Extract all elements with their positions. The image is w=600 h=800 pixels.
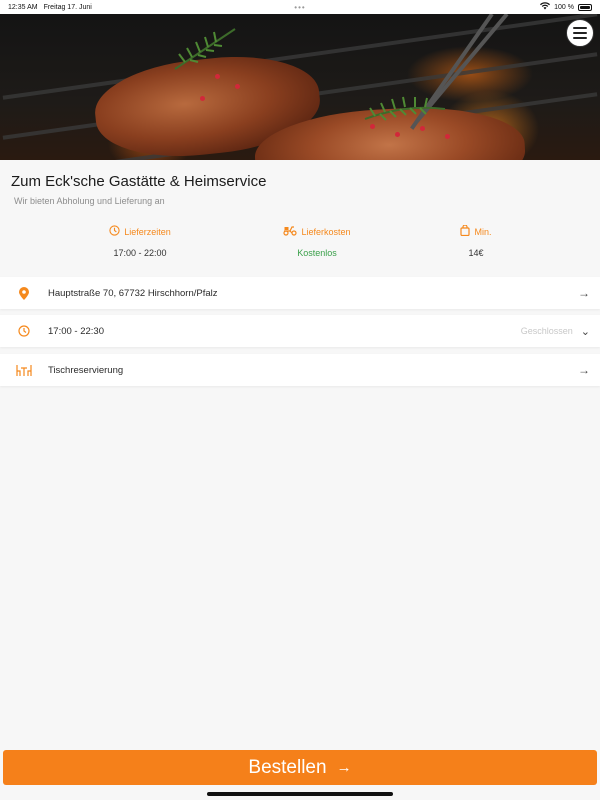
status-right: 100 %	[540, 2, 592, 12]
restaurant-tagline: Wir bieten Abholung und Lieferung an	[14, 196, 165, 206]
status-time: 12:35 AM	[8, 3, 38, 11]
reservation-text: Tischreservierung	[48, 364, 124, 376]
restaurant-name: Zum Eck'sche Gastätte & Heimservice	[11, 173, 267, 190]
address-card[interactable]: Hauptstraße 70, 67732 Hirschhorn/Pfalz →	[0, 277, 600, 309]
clock-icon	[0, 325, 48, 337]
status-badge: Geschlossen	[520, 326, 573, 336]
arrow-right-icon: →	[578, 363, 590, 377]
delivery-times-value: 17:00 - 22:00	[113, 248, 167, 258]
location-pin-icon	[0, 286, 48, 300]
delivery-costs-label: Lieferkosten	[301, 226, 351, 237]
minimum-label: Min.	[474, 226, 492, 237]
status-bar: 12:35 AM Freitag 17. Juni ••• 100 %	[0, 0, 600, 14]
info-delivery-times: Lieferzeiten 17:00 - 22:00	[70, 225, 210, 258]
clock-icon	[109, 225, 120, 238]
info-row: Lieferzeiten 17:00 - 22:00 Lieferkosten …	[0, 224, 600, 265]
multitasking-dots: •••	[294, 2, 306, 12]
scooter-icon	[283, 225, 298, 238]
arrow-right-icon: →	[336, 759, 352, 776]
info-minimum: Min. 14€	[406, 224, 546, 258]
battery-icon	[578, 3, 592, 11]
order-button-label: Bestellen	[248, 756, 327, 778]
arrow-right-icon: →	[578, 286, 590, 300]
home-indicator[interactable]	[207, 792, 393, 796]
info-delivery-costs: Lieferkosten Kostenlos	[247, 225, 387, 258]
hamburger-menu-icon	[573, 27, 587, 29]
bag-icon	[460, 224, 471, 238]
status-date: Freitag 17. Juni	[43, 3, 92, 11]
table-icon	[0, 364, 48, 376]
order-button[interactable]: Bestellen →	[3, 750, 597, 785]
minimum-value: 14€	[468, 248, 484, 258]
hero-image	[0, 14, 600, 160]
wifi-icon	[540, 2, 551, 12]
reservation-card[interactable]: Tischreservierung →	[0, 354, 600, 386]
battery-percent: 100 %	[554, 3, 574, 11]
address-text: Hauptstraße 70, 67732 Hirschhorn/Pfalz	[48, 287, 218, 299]
delivery-costs-value: Kostenlos	[297, 248, 337, 258]
menu-button[interactable]	[566, 19, 594, 47]
chevron-down-icon: ⌄	[580, 325, 590, 338]
hours-text: 17:00 - 22:30	[48, 325, 104, 337]
delivery-times-label: Lieferzeiten	[124, 226, 171, 237]
hours-card[interactable]: 17:00 - 22:30 Geschlossen ⌄	[0, 315, 600, 347]
